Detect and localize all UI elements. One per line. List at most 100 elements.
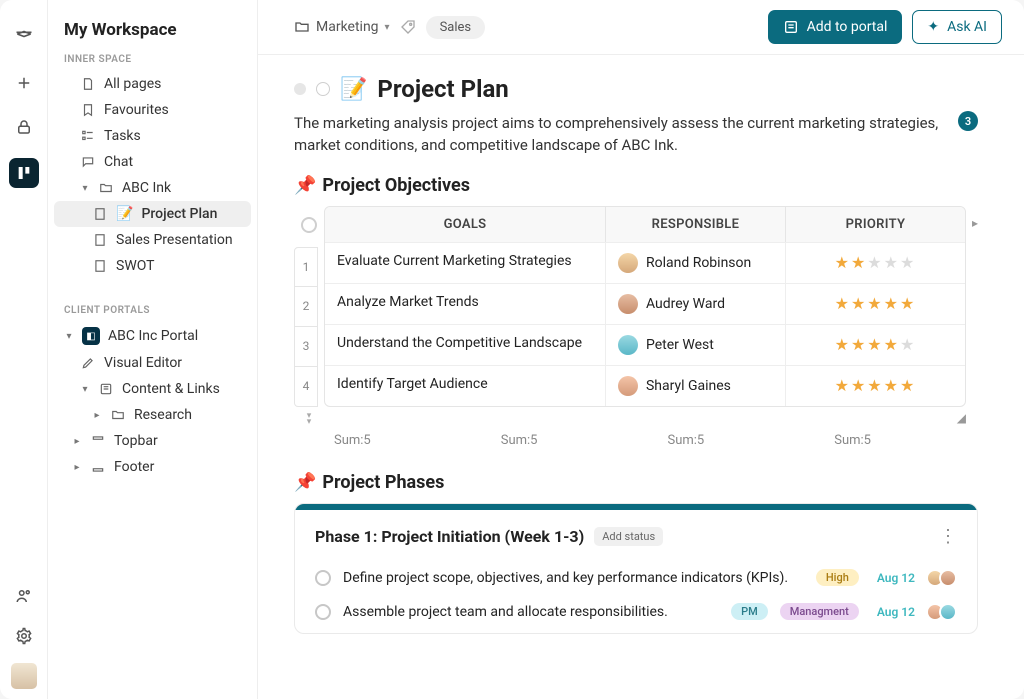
nav-swot[interactable]: SWOT (54, 253, 251, 279)
resize-handle-icon[interactable]: ◢ (957, 411, 966, 425)
col-responsible[interactable]: RESPONSIBLE (605, 207, 785, 242)
table-row[interactable]: Analyze Market Trends Audrey Ward ★★★★★ (325, 283, 965, 324)
task-radio[interactable] (315, 604, 331, 620)
pencil-icon (80, 356, 96, 370)
portal-content-links[interactable]: ▾ Content & Links (54, 376, 251, 402)
content: 📝 Project Plan 3 The marketing analysis … (258, 55, 1024, 699)
phase-header: Phase 1: Project Initiation (Week 1-3) A… (315, 526, 957, 547)
row-number[interactable]: 2 (294, 287, 318, 327)
page-description: The marketing analysis project aims to c… (294, 113, 978, 157)
section-objectives: 📌 Project Objectives (294, 175, 978, 196)
nav-label: Research (134, 407, 192, 423)
chat-icon (80, 155, 96, 169)
col-goals[interactable]: GOALS (325, 207, 605, 242)
cell-responsible: Sharyl Gaines (605, 366, 785, 406)
portal-research[interactable]: ▸ Research (54, 402, 251, 428)
nav-label: SWOT (116, 258, 155, 274)
col-priority[interactable]: PRIORITY (785, 207, 965, 242)
doc-icon (92, 233, 108, 247)
content-icon (98, 382, 114, 396)
portal-footer[interactable]: ▸ Footer (54, 454, 251, 480)
lock-icon[interactable] (11, 114, 37, 140)
breadcrumb[interactable]: Marketing ▾ (294, 19, 390, 35)
add-icon[interactable] (11, 70, 37, 96)
portal-topbar[interactable]: ▸ Topbar (54, 428, 251, 454)
chevron-down-icon: ▾ (385, 22, 390, 33)
ask-ai-button[interactable]: ✦ Ask AI (912, 10, 1002, 44)
section-title: Project Phases (322, 472, 444, 493)
nav-chat[interactable]: Chat (54, 149, 251, 175)
comment-count-badge[interactable]: 3 (958, 111, 978, 131)
task-text: Assemble project team and allocate respo… (343, 604, 719, 620)
chevron-down-icon: ▾ (64, 331, 74, 342)
task-row[interactable]: Assemble project team and allocate respo… (315, 595, 957, 629)
table-sums: Sum:5 Sum:5 Sum:5 Sum:5 (334, 433, 978, 448)
assignees[interactable] (931, 603, 957, 621)
row-number[interactable]: 3 (294, 327, 318, 367)
portal-icon (783, 19, 799, 35)
add-status-button[interactable]: Add status (594, 527, 663, 546)
nav-tasks[interactable]: Tasks (54, 123, 251, 149)
status-dot-icon[interactable] (294, 83, 306, 95)
app-root: My Workspace INNER SPACE All pages Favou… (0, 0, 1024, 699)
expand-icon[interactable]: ▾▾ (294, 413, 324, 425)
assignees[interactable] (931, 569, 957, 587)
layout-icon (90, 434, 106, 448)
workspace-icon[interactable] (9, 158, 39, 188)
cell-goal: Analyze Market Trends (325, 284, 605, 324)
emoji-icon: 📝 (116, 206, 133, 222)
sum-cell: Sum:5 (834, 433, 871, 448)
phase-title: Phase 1: Project Initiation (Week 1-3) (315, 527, 584, 546)
avatar-icon (618, 253, 638, 273)
cell-responsible: Peter West (605, 325, 785, 365)
chevron-down-icon: ▾ (80, 384, 90, 395)
chip-high[interactable]: High (816, 569, 859, 586)
chip-pm[interactable]: PM (731, 603, 768, 620)
pin-icon: 📌 (294, 472, 316, 493)
sidebar: My Workspace INNER SPACE All pages Favou… (48, 0, 258, 699)
folder-icon (294, 19, 310, 35)
task-date[interactable]: Aug 12 (877, 571, 915, 585)
doc-icon (92, 207, 108, 221)
nav-all-pages[interactable]: All pages (54, 71, 251, 97)
more-icon[interactable]: ⋮ (939, 526, 957, 547)
portal-abc[interactable]: ▾ ◧ ABC Inc Portal (54, 322, 251, 350)
next-col-icon[interactable]: ▸ (972, 216, 978, 230)
select-all-radio[interactable] (301, 217, 317, 233)
cell-responsible: Audrey Ward (605, 284, 785, 324)
tag-sales[interactable]: Sales (426, 16, 486, 39)
user-avatar-icon[interactable] (11, 663, 37, 689)
folder-icon (110, 408, 126, 422)
sum-cell: Sum:5 (668, 433, 705, 448)
logo-icon[interactable] (11, 26, 37, 52)
nav-favourites[interactable]: Favourites (54, 97, 251, 123)
add-to-portal-button[interactable]: Add to portal (768, 10, 903, 44)
task-date[interactable]: Aug 12 (877, 605, 915, 619)
reaction-icon[interactable] (316, 82, 330, 96)
phase-card: Phase 1: Project Initiation (Week 1-3) A… (294, 503, 978, 634)
nav-project-plan[interactable]: 📝 Project Plan (54, 201, 251, 227)
section-phases: 📌 Project Phases (294, 472, 978, 493)
nav-label: Sales Presentation (116, 232, 233, 248)
table-row[interactable]: Evaluate Current Marketing Strategies Ro… (325, 242, 965, 283)
task-radio[interactable] (315, 570, 331, 586)
portal-visual-editor[interactable]: Visual Editor (54, 350, 251, 376)
chip-management[interactable]: Managment (780, 603, 859, 620)
row-number[interactable]: 1 (294, 247, 318, 287)
folder-icon (98, 181, 114, 195)
chevron-right-icon: ▸ (92, 410, 102, 421)
settings-icon[interactable] (11, 623, 37, 649)
row-number[interactable]: 4 (294, 367, 318, 407)
tasks-icon (80, 129, 96, 143)
people-icon[interactable] (11, 583, 37, 609)
nav-sales-presentation[interactable]: Sales Presentation (54, 227, 251, 253)
nav-label: Chat (104, 154, 133, 170)
bookmark-icon (80, 103, 96, 117)
nav-abc-ink[interactable]: ▾ ABC Ink (54, 175, 251, 201)
table-row[interactable]: Understand the Competitive Landscape Pet… (325, 324, 965, 365)
task-row[interactable]: Define project scope, objectives, and ke… (315, 561, 957, 595)
nav-label: Visual Editor (104, 355, 182, 371)
table-row[interactable]: Identify Target Audience Sharyl Gaines ★… (325, 365, 965, 406)
sparkle-icon: ✦ (927, 19, 939, 35)
doc-icon (92, 259, 108, 273)
